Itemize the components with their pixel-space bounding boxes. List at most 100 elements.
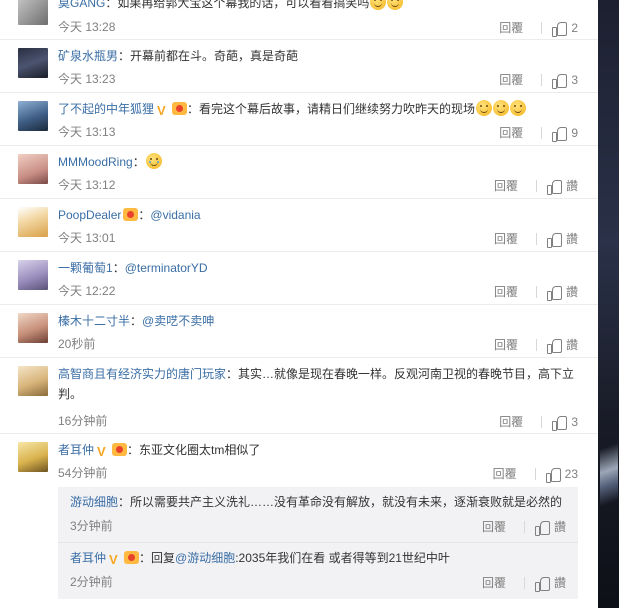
comment-username[interactable]: 榛木十二寸半: [58, 314, 130, 328]
like-count[interactable]: 讚: [566, 231, 578, 247]
reply-actions: 回覆 讚: [482, 518, 566, 536]
reply-button[interactable]: 回覆: [499, 72, 523, 88]
comment-body-continued: 判。: [58, 387, 83, 401]
comment-username[interactable]: 莫GANG: [58, 0, 105, 10]
comment-time: 今天 13:13: [58, 125, 116, 139]
reply-text: 游动细胞：所以需要共产主义洗礼……没有革命没有解放，就没有未来，逐渐衰败就是必然…: [70, 493, 575, 511]
comment-panel: 莫GANG：如果再给郭大宝这个幕我的话，可以看看搞笑吗 今天 13:28 回覆 2…: [0, 0, 598, 608]
comment-actions: 回覆 9: [499, 124, 578, 142]
comment-item: MMMoodRing： 今天 13:12 回覆 讚: [0, 145, 598, 199]
reply-username[interactable]: 者耳仲: [70, 551, 106, 565]
like-count[interactable]: 3: [571, 72, 578, 88]
comment-item: 者耳仲 V ：东亚文化圈太tm相似了 54分钟前 回覆 23 游动细胞：所以需要共产主…: [0, 433, 598, 608]
comment-time: 今天 13:23: [58, 72, 116, 86]
comment-body: ：: [130, 314, 143, 328]
comment-actions: 回覆 3: [499, 413, 578, 431]
avatar[interactable]: [18, 154, 48, 184]
avatar[interactable]: [18, 260, 48, 290]
avatar[interactable]: [18, 0, 48, 25]
thumbs-up-icon[interactable]: [546, 179, 562, 195]
background-flare: [600, 430, 618, 520]
emoji-icon: [493, 100, 510, 116]
comment-username[interactable]: 者耳仲: [58, 443, 94, 457]
comment-username[interactable]: MMMoodRing: [58, 155, 133, 169]
reply-button[interactable]: 回覆: [499, 125, 523, 141]
verified-icon: V: [109, 552, 118, 567]
member-badge-icon: [172, 102, 188, 115]
thumbs-up-icon[interactable]: [546, 232, 562, 248]
divider: [535, 232, 537, 245]
reply-button[interactable]: 回覆: [499, 414, 523, 430]
comment-text: 一颗葡萄1：@terminatorYD: [58, 258, 578, 278]
divider: [541, 73, 543, 86]
avatar[interactable]: [18, 207, 48, 237]
mention-link[interactable]: @卖呓不卖呻: [142, 314, 214, 328]
like-count[interactable]: 23: [565, 466, 578, 482]
divider: [541, 415, 543, 428]
comment-actions: 回覆 讚: [494, 336, 578, 354]
reply-username[interactable]: 游动细胞: [70, 495, 118, 509]
like-count[interactable]: 讚: [566, 337, 578, 353]
comment-item: 了不起的中年狐狸 V ：看完这个幕后故事，请精日们继续努力吹昨天的现场 今天 13:…: [0, 92, 598, 146]
thumbs-up-icon[interactable]: [545, 467, 561, 483]
comment-text: 者耳仲 V ：东亚文化圈太tm相似了: [58, 440, 578, 460]
reply-button[interactable]: 回覆: [482, 519, 506, 535]
comment-username[interactable]: 了不起的中年狐狸: [58, 102, 154, 116]
reply-button[interactable]: 回覆: [493, 466, 517, 482]
like-count[interactable]: 讚: [554, 575, 566, 591]
comment-body: ：东亚文化圈太tm相似了: [127, 443, 261, 457]
thumbs-up-icon[interactable]: [534, 520, 550, 536]
like-count[interactable]: 讚: [566, 178, 578, 194]
thumbs-up-icon[interactable]: [552, 73, 568, 89]
comment-body: ：如果再给郭大宝这个幕我的话，可以看看搞笑吗: [105, 0, 370, 10]
verified-icon: V: [97, 444, 106, 459]
mention-link[interactable]: @游动细胞: [175, 551, 235, 565]
reply-body: ：所以需要共产主义洗礼……没有革命没有解放，就没有未来，逐渐衰败就是必然的: [118, 495, 563, 509]
thumbs-up-icon[interactable]: [552, 415, 568, 431]
thumbs-up-icon[interactable]: [534, 576, 550, 592]
comment-item: 莫GANG：如果再给郭大宝这个幕我的话，可以看看搞笑吗 今天 13:28 回覆 2: [0, 0, 598, 40]
like-count[interactable]: 2: [571, 20, 578, 36]
avatar[interactable]: [18, 366, 48, 396]
avatar[interactable]: [18, 48, 48, 78]
comment-item: 一颗葡萄1：@terminatorYD 今天 12:22 回覆 讚: [0, 251, 598, 305]
thumbs-up-icon[interactable]: [552, 126, 568, 142]
like-count[interactable]: 讚: [566, 284, 578, 300]
mention-link[interactable]: @terminatorYD: [125, 261, 208, 275]
reply-button[interactable]: 回覆: [482, 575, 506, 591]
comment-item: 矿泉水瓶男：开幕前都在斗。奇葩，真是奇葩 今天 13:23 回覆 3: [0, 39, 598, 93]
like-count[interactable]: 9: [571, 125, 578, 141]
comment-time: 54分钟前: [58, 466, 108, 480]
reply-button[interactable]: 回覆: [499, 20, 523, 36]
comment-username[interactable]: 矿泉水瓶男: [58, 49, 118, 63]
thumbs-up-icon[interactable]: [546, 285, 562, 301]
comment-text: 榛木十二寸半：@卖呓不卖呻: [58, 311, 578, 331]
reply-item: 游动细胞：所以需要共产主义洗礼……没有革命没有解放，就没有未来，逐渐衰败就是必然…: [58, 487, 578, 543]
comment-body: ：看完这个幕后故事，请精日们继续努力吹昨天的现场: [187, 102, 476, 116]
reply-item: 者耳仲 V ：回复@游动细胞:2035年我们在看 或者得等到21世纪中叶 2分钟前 …: [58, 543, 578, 599]
comment-actions: 回覆 23: [493, 465, 578, 483]
reply-button[interactable]: 回覆: [494, 337, 518, 353]
emoji-icon: [476, 100, 493, 116]
comment-time: 今天 13:28: [58, 20, 116, 34]
like-count[interactable]: 讚: [554, 519, 566, 535]
reply-button[interactable]: 回覆: [494, 178, 518, 194]
avatar[interactable]: [18, 313, 48, 343]
comment-actions: 回覆 讚: [494, 177, 578, 195]
mention-link[interactable]: @vidania: [150, 208, 200, 222]
avatar[interactable]: [18, 442, 48, 472]
avatar[interactable]: [18, 101, 48, 131]
divider: [535, 338, 537, 351]
thumbs-up-icon[interactable]: [546, 338, 562, 354]
reply-time: 3分钟前: [70, 519, 113, 533]
thumbs-up-icon[interactable]: [552, 21, 568, 37]
comment-username[interactable]: 一颗葡萄1: [58, 261, 113, 275]
like-count[interactable]: 3: [571, 414, 578, 430]
divider: [541, 21, 543, 34]
reply-button[interactable]: 回覆: [494, 231, 518, 247]
reply-button[interactable]: 回覆: [494, 284, 518, 300]
comment-actions: 回覆 2: [499, 19, 578, 37]
comment-username[interactable]: 高智商且有经济实力的唐门玩家: [58, 367, 226, 381]
comment-username[interactable]: PoopDealer: [58, 208, 121, 222]
comment-time: 20秒前: [58, 337, 96, 351]
